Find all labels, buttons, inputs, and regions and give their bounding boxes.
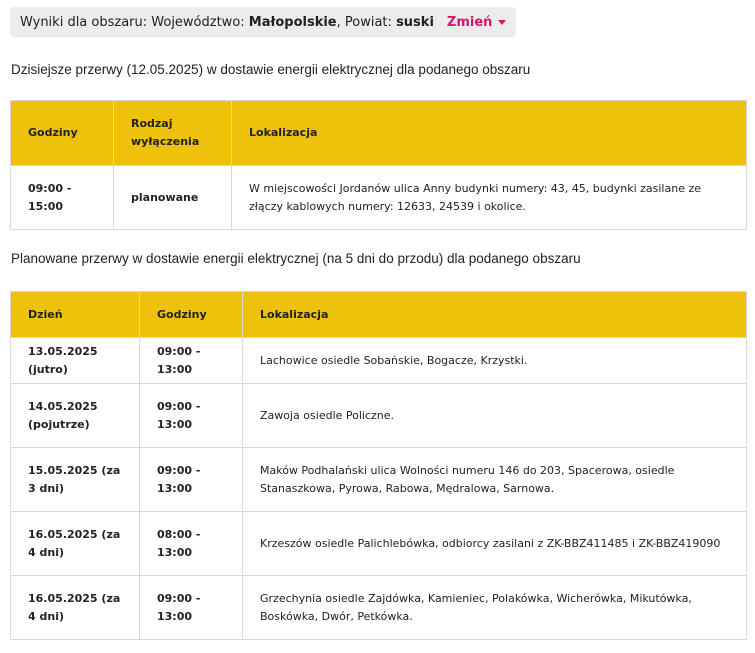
row-location: W miejscowości Jordanów ulica Anny budyn… xyxy=(231,165,747,230)
planned-header-row: Dzień Godziny Lokalizacja xyxy=(10,291,747,338)
voivodeship-value: Małopolskie xyxy=(248,14,337,30)
column-header-location: Lokalizacja xyxy=(231,100,747,166)
row-hours: 09:00 - 13:00 xyxy=(139,337,243,384)
row-type: planowane xyxy=(113,165,232,230)
row-day: 16.05.2025 (za 4 dni) xyxy=(10,511,140,576)
county-label: , Powiat: xyxy=(336,14,392,30)
table-row: 09:00 - 15:00 planowane W miejscowości J… xyxy=(10,165,747,230)
row-day: 14.05.2025 (pojutrze) xyxy=(10,383,140,448)
row-hours: 09:00 - 13:00 xyxy=(139,383,243,448)
planned-outages-table: Dzień Godziny Lokalizacja 13.05.2025 (ju… xyxy=(10,291,747,640)
column-header-location: Lokalizacja xyxy=(242,291,747,338)
table-row: 15.05.2025 (za 3 dni) 09:00 - 13:00 Makó… xyxy=(10,447,747,512)
caret-down-icon xyxy=(498,20,507,25)
today-section-title: Dzisiejsze przerwy (12.05.2025) w dostaw… xyxy=(11,62,531,77)
row-hours: 09:00 - 13:00 xyxy=(139,447,243,512)
column-header-hours: Godziny xyxy=(10,100,114,166)
row-location: Grzechynia osiedle Zajdówka, Kamieniec, … xyxy=(242,575,747,640)
column-header-day: Dzień xyxy=(10,291,140,338)
change-area-label: Zmień xyxy=(446,14,493,30)
row-day: 13.05.2025 (jutro) xyxy=(10,337,140,384)
table-row: 16.05.2025 (za 4 dni) 08:00 - 13:00 Krze… xyxy=(10,511,747,576)
table-row: 16.05.2025 (za 4 dni) 09:00 - 13:00 Grze… xyxy=(10,575,747,640)
table-row: 14.05.2025 (pojutrze) 09:00 - 13:00 Zawo… xyxy=(10,383,747,448)
area-prefix: Wyniki dla obszaru: Województwo: xyxy=(20,14,245,30)
row-hours: 09:00 - 15:00 xyxy=(10,165,114,230)
row-location: Krzeszów osiedle Palichlebówka, odbiorcy… xyxy=(242,511,747,576)
table-row: 13.05.2025 (jutro) 09:00 - 13:00 Lachowi… xyxy=(10,337,747,384)
today-header-row: Godziny Rodzaj wyłączenia Lokalizacja xyxy=(10,100,747,166)
planned-section-title: Planowane przerwy w dostawie energii ele… xyxy=(11,251,581,266)
change-area-button[interactable]: Zmień xyxy=(447,15,507,30)
row-day: 15.05.2025 (za 3 dni) xyxy=(10,447,140,512)
county-value: suski xyxy=(396,14,434,30)
row-hours: 08:00 - 13:00 xyxy=(139,511,243,576)
area-filter: Wyniki dla obszaru: Województwo: Małopol… xyxy=(10,7,517,37)
column-header-type: Rodzaj wyłączenia xyxy=(113,100,232,166)
today-outages-table: Godziny Rodzaj wyłączenia Lokalizacja 09… xyxy=(10,100,747,230)
row-hours: 09:00 - 13:00 xyxy=(139,575,243,640)
row-day: 16.05.2025 (za 4 dni) xyxy=(10,575,140,640)
column-header-hours: Godziny xyxy=(139,291,243,338)
row-location: Zawoja osiedle Policzne. xyxy=(242,383,747,448)
row-location: Maków Podhalański ulica Wolności numeru … xyxy=(242,447,747,512)
row-location: Lachowice osiedle Sobańskie, Bogacze, Kr… xyxy=(242,337,747,384)
